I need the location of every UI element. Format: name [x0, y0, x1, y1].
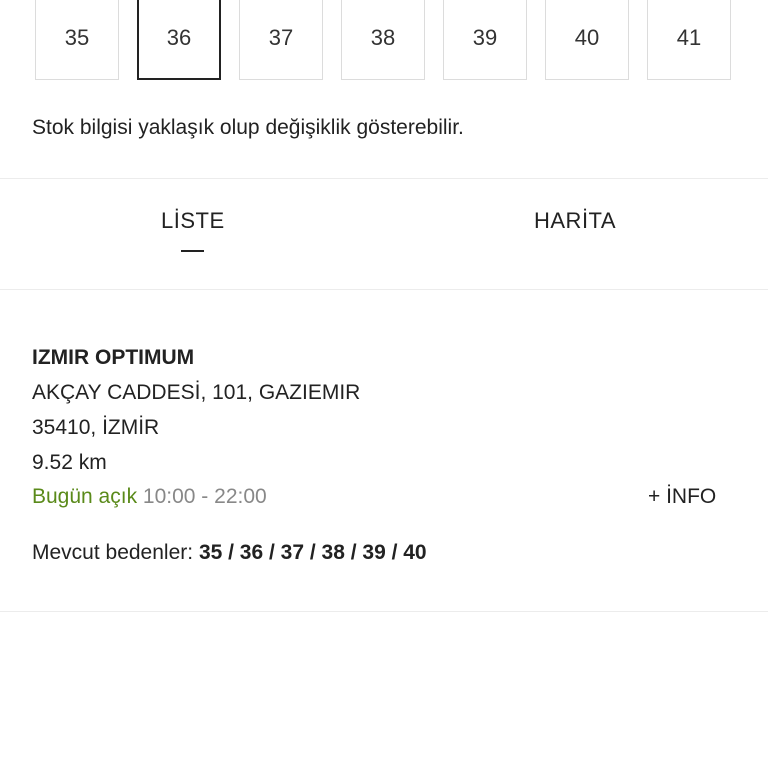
store-address-line2: 35410, İZMİR — [32, 416, 160, 439]
size-option-39[interactable]: 39 — [443, 0, 527, 80]
tab-map[interactable]: HARİTA — [534, 208, 616, 234]
store-name: IZMIR OPTIMUM — [32, 346, 195, 369]
available-sizes: Mevcut bedenler: 35 / 36 / 37 / 38 / 39 … — [32, 535, 732, 570]
store-hours-row: Bugün açık 10:00 - 22:00 + İNFO — [32, 480, 732, 513]
size-option-41[interactable]: 41 — [647, 0, 731, 80]
available-sizes-values: 35 / 36 / 37 / 38 / 39 / 40 — [198, 541, 427, 564]
tab-list[interactable]: LİSTE — [161, 208, 225, 234]
divider — [0, 611, 768, 612]
divider — [0, 178, 768, 179]
divider — [0, 289, 768, 290]
store-distance: 9.52 km — [32, 451, 107, 474]
stock-note: Stok bilgisi yaklaşık olup değişiklik gö… — [32, 116, 464, 139]
size-option-36[interactable]: 36 — [137, 0, 221, 80]
size-option-35[interactable]: 35 — [35, 0, 119, 80]
size-option-37[interactable]: 37 — [239, 0, 323, 80]
info-link[interactable]: + İNFO — [648, 480, 716, 513]
store-card: IZMIR OPTIMUM AKÇAY CADDESİ, 101, GAZIEM… — [32, 340, 732, 570]
size-selector: 35 36 37 38 39 40 41 — [0, 0, 768, 82]
store-address-line1: AKÇAY CADDESİ, 101, GAZIEMIR — [32, 381, 361, 404]
active-tab-indicator — [181, 250, 204, 252]
open-status: Bugün açık — [32, 485, 138, 508]
opening-hours: 10:00 - 22:00 — [142, 485, 267, 508]
size-option-40[interactable]: 40 — [545, 0, 629, 80]
size-option-38[interactable]: 38 — [341, 0, 425, 80]
available-sizes-label: Mevcut bedenler: — [32, 541, 194, 564]
